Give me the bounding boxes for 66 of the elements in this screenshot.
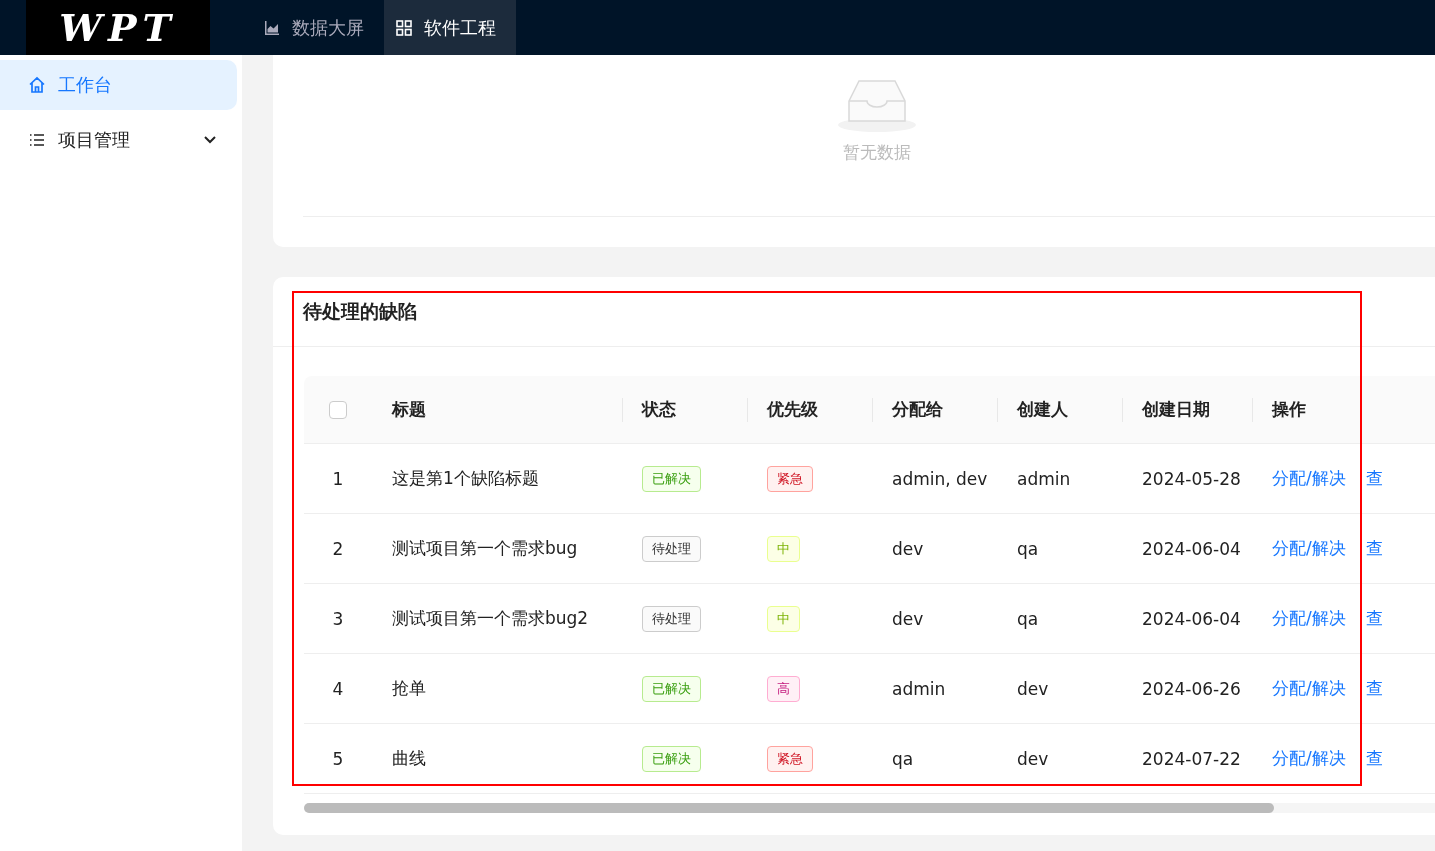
empty-message: 暂无数据 bbox=[843, 141, 911, 164]
column-header: 操作 bbox=[1272, 398, 1306, 421]
action-link[interactable]: 分配/解决 bbox=[1272, 677, 1346, 700]
inbox-icon bbox=[837, 77, 917, 133]
checkbox[interactable] bbox=[329, 400, 347, 419]
table-cell: 2024-07-22 bbox=[1142, 748, 1241, 769]
status-tag: 待处理 bbox=[642, 605, 701, 632]
action-link[interactable]: 查 bbox=[1365, 537, 1383, 560]
logo: WPT bbox=[26, 0, 210, 55]
row-number: 3 bbox=[332, 608, 344, 629]
nav-tab[interactable]: 软件工程 bbox=[384, 0, 516, 55]
row-number: 1 bbox=[332, 468, 344, 489]
column-header: 标题 bbox=[392, 398, 426, 421]
table-cell: 这是第1个缺陷标题 bbox=[392, 467, 539, 490]
priority-tag: 中 bbox=[767, 535, 800, 562]
action-link[interactable]: 分配/解决 bbox=[1272, 607, 1346, 630]
status-tag: 已解决 bbox=[642, 675, 701, 702]
priority-tag: 紧急 bbox=[767, 465, 813, 492]
scrollbar[interactable] bbox=[304, 803, 1435, 813]
table-cell: qa bbox=[1017, 538, 1039, 559]
table-cell: 2024-06-04 bbox=[1142, 608, 1241, 629]
row-number: 5 bbox=[332, 748, 344, 769]
action-link[interactable]: 分配/解决 bbox=[1272, 467, 1346, 490]
table-cell: dev bbox=[892, 538, 924, 559]
table-cell: admin bbox=[1017, 468, 1071, 489]
column-header: 优先级 bbox=[767, 398, 818, 421]
list-icon bbox=[28, 131, 46, 149]
column-header: 创建人 bbox=[1017, 398, 1068, 421]
table-cell: qa bbox=[892, 748, 914, 769]
action-link[interactable]: 查 bbox=[1365, 607, 1383, 630]
priority-tag: 紧急 bbox=[767, 745, 813, 772]
table-cell: 抢单 bbox=[392, 677, 426, 700]
action-link[interactable]: 查 bbox=[1365, 747, 1383, 770]
table-cell: admin, dev bbox=[892, 468, 988, 489]
chart-icon bbox=[264, 19, 280, 36]
column-header: 创建日期 bbox=[1142, 398, 1210, 421]
table-cell: dev bbox=[1017, 678, 1049, 699]
column-header: 状态 bbox=[642, 398, 676, 421]
row-number: 4 bbox=[332, 678, 344, 699]
grid-icon bbox=[396, 19, 412, 36]
table-cell: qa bbox=[1017, 608, 1039, 629]
table-cell: dev bbox=[1017, 748, 1049, 769]
action-link[interactable]: 查 bbox=[1365, 677, 1383, 700]
column-header: 分配给 bbox=[892, 398, 943, 421]
card-title: 待处理的缺陷 bbox=[303, 298, 417, 324]
table-cell: dev bbox=[892, 608, 924, 629]
table-cell: 2024-06-26 bbox=[1142, 678, 1241, 699]
table-cell: admin bbox=[892, 678, 946, 699]
priority-tag: 高 bbox=[767, 675, 800, 702]
status-tag: 待处理 bbox=[642, 535, 701, 562]
action-link[interactable]: 查 bbox=[1365, 467, 1383, 490]
nav-tab[interactable]: 数据大屏 bbox=[252, 0, 384, 55]
sidebar-item[interactable]: 项目管理 bbox=[0, 115, 237, 165]
status-tag: 已解决 bbox=[642, 745, 701, 772]
home-icon bbox=[28, 76, 46, 94]
status-tag: 已解决 bbox=[642, 465, 701, 492]
table-cell: 测试项目第一个需求bug bbox=[392, 537, 578, 560]
table-cell: 2024-06-04 bbox=[1142, 538, 1241, 559]
priority-tag: 中 bbox=[767, 605, 800, 632]
table-cell: 2024-05-28 bbox=[1142, 468, 1241, 489]
action-link[interactable]: 分配/解决 bbox=[1272, 747, 1346, 770]
table-cell: 曲线 bbox=[392, 747, 426, 770]
action-link[interactable]: 分配/解决 bbox=[1272, 537, 1346, 560]
sidebar-item[interactable]: 工作台 bbox=[0, 60, 237, 110]
table-cell: 测试项目第一个需求bug2 bbox=[392, 607, 589, 630]
row-number: 2 bbox=[332, 538, 344, 559]
